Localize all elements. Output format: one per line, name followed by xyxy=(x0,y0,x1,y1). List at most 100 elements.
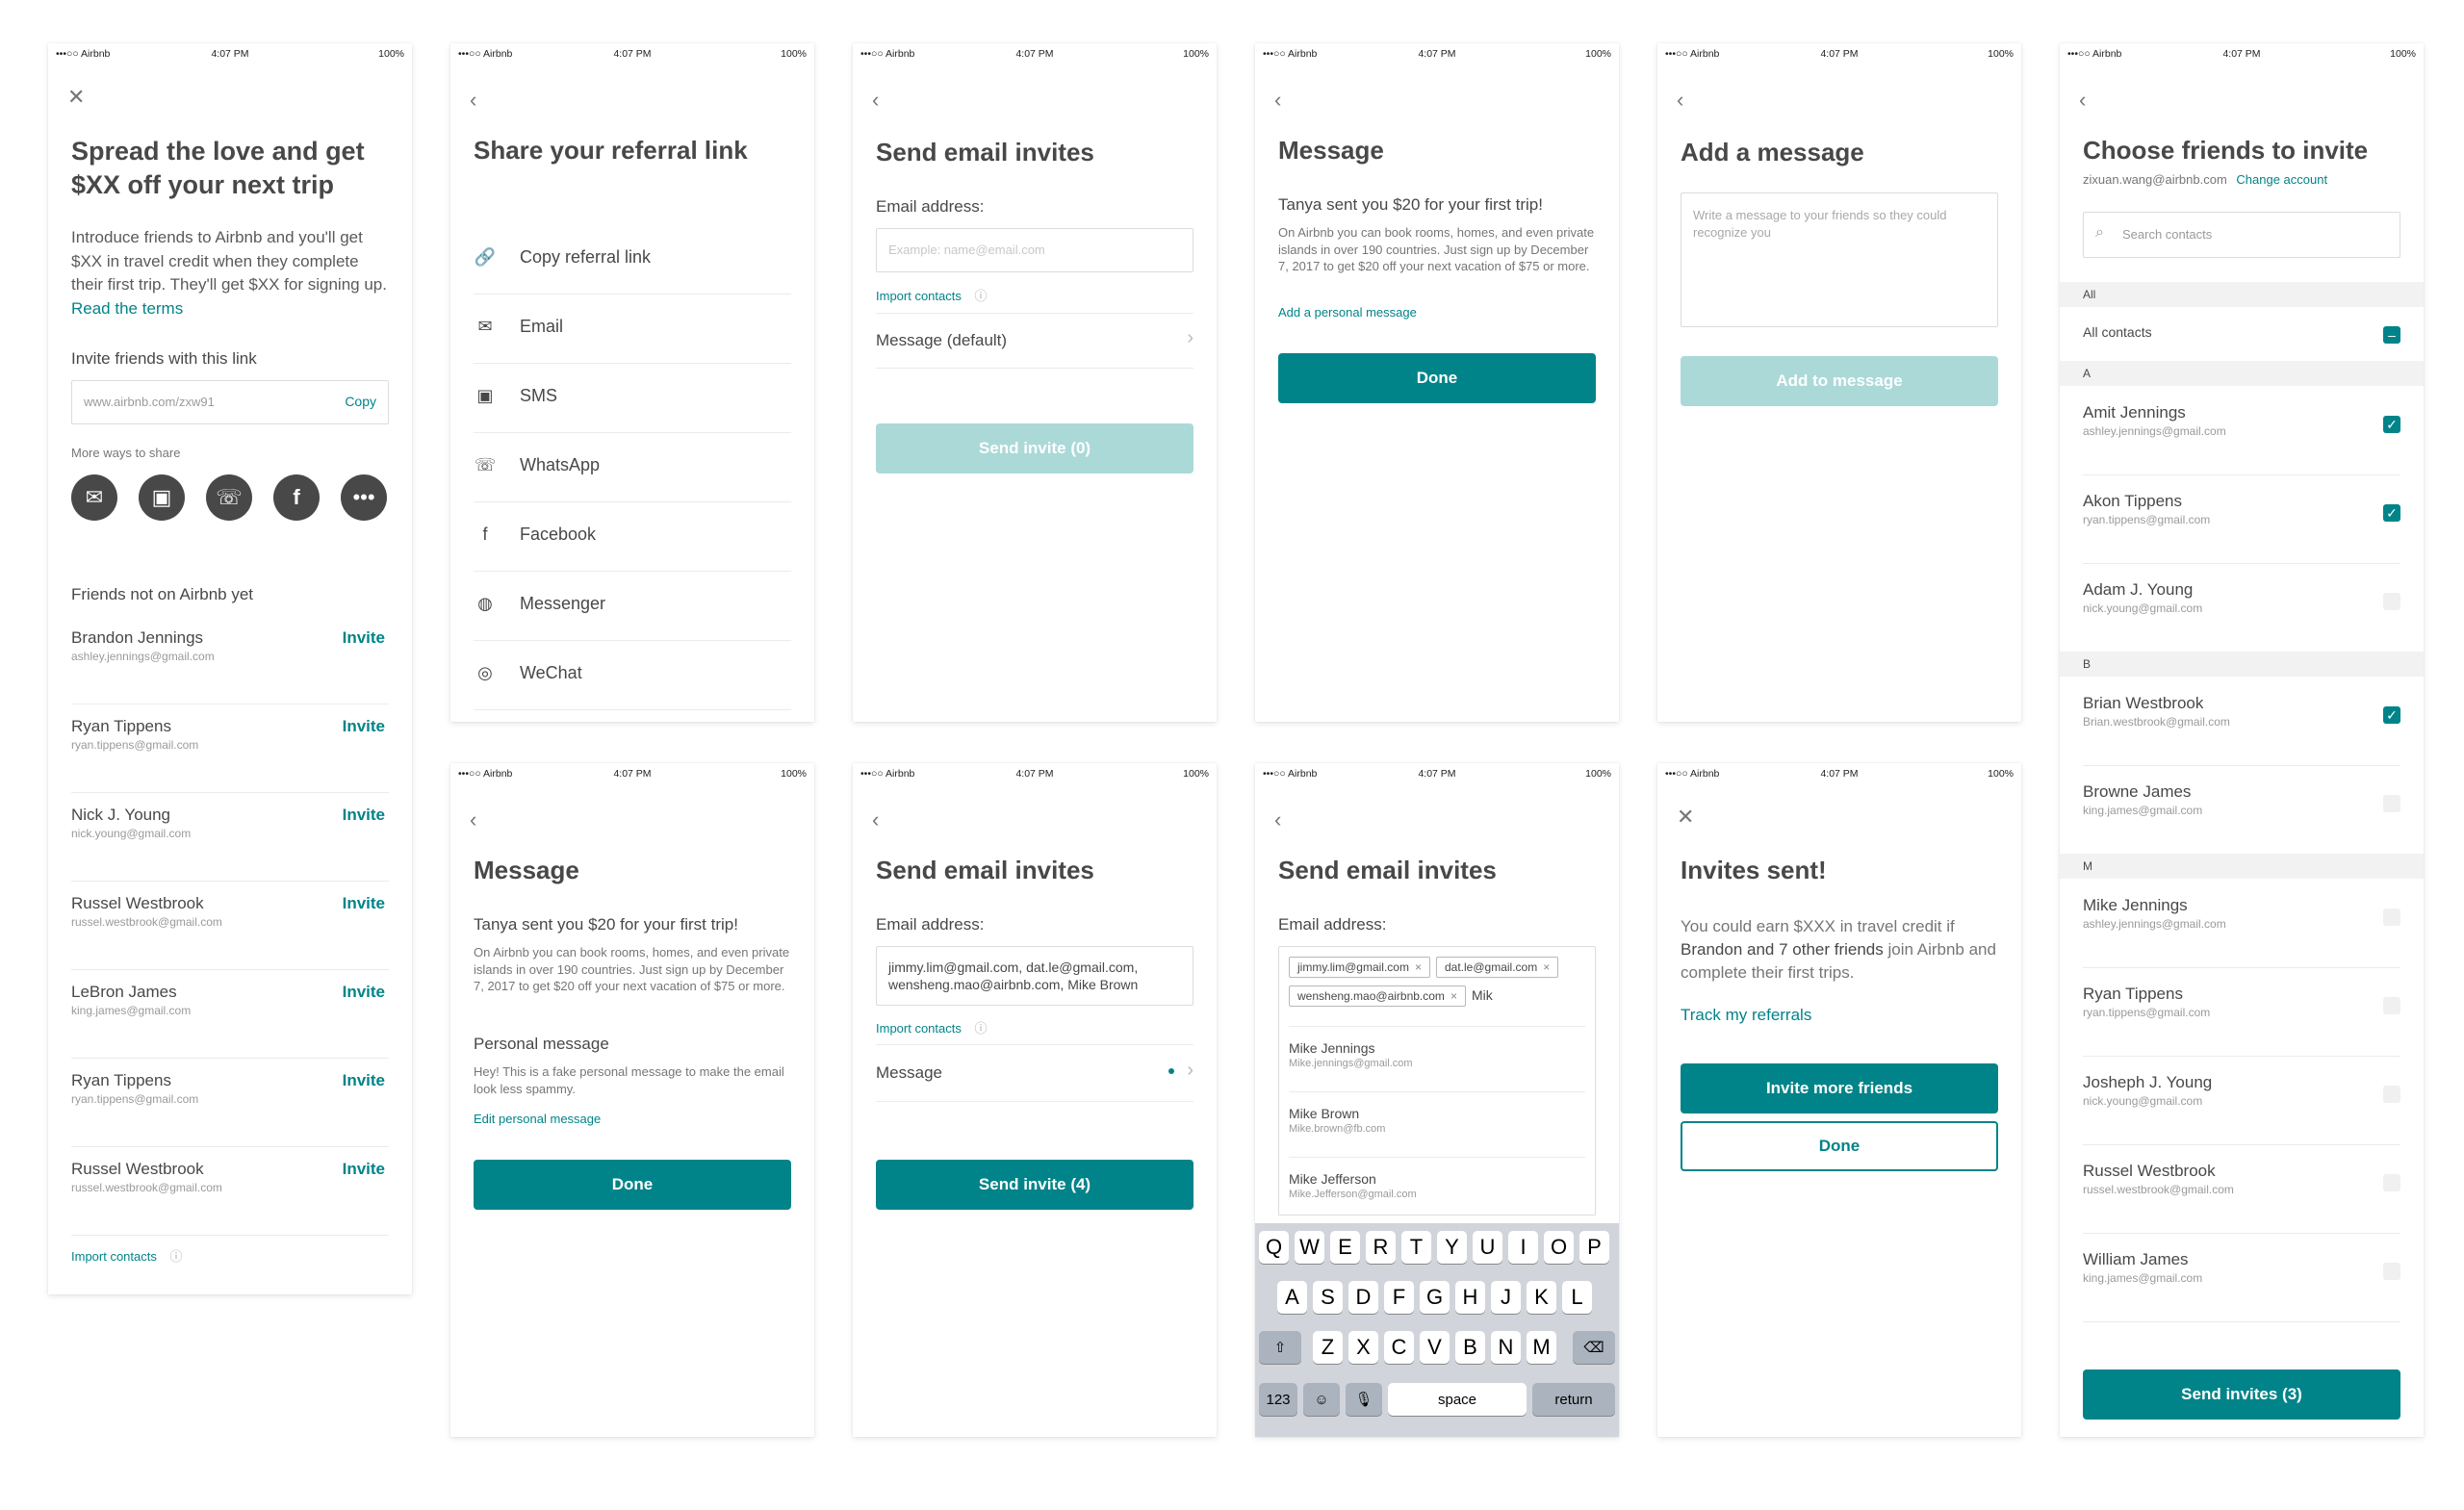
key-b[interactable]: B xyxy=(1455,1331,1485,1364)
key-c[interactable]: C xyxy=(1384,1331,1414,1364)
send-invite-button[interactable]: Send invite (0) xyxy=(876,423,1194,473)
contact-row[interactable]: Mike Jennings ashley.jennings@gmail.com xyxy=(2083,879,2400,968)
contact-row[interactable]: Ryan Tippens ryan.tippens@gmail.com xyxy=(2083,967,2400,1057)
checkbox[interactable] xyxy=(2383,909,2400,926)
key-x[interactable]: X xyxy=(1348,1331,1378,1364)
invite-more-friends-button[interactable]: Invite more friends xyxy=(1681,1063,1998,1113)
invite-button[interactable]: Invite xyxy=(343,1071,385,1090)
change-account-link[interactable]: Change account xyxy=(2236,172,2327,187)
import-contacts-link[interactable]: Import contacts ⓘ xyxy=(71,1246,183,1265)
contact-row[interactable]: Brian Westbrook Brian.westbrook@gmail.com… xyxy=(2083,677,2400,766)
key-i[interactable]: I xyxy=(1508,1231,1538,1264)
checkbox[interactable] xyxy=(2383,1263,2400,1280)
checkbox[interactable]: ✓ xyxy=(2383,416,2400,433)
key-h[interactable]: H xyxy=(1455,1281,1485,1314)
share-option-copy-referral-link[interactable]: 🔗 Copy referral link xyxy=(474,224,791,294)
close-icon[interactable]: ✕ xyxy=(67,87,85,108)
key-d[interactable]: D xyxy=(1348,1281,1378,1314)
whatsapp-share-icon[interactable]: ☏ xyxy=(206,474,252,521)
back-icon[interactable]: ‹ xyxy=(470,90,476,111)
back-icon[interactable]: ‹ xyxy=(872,809,879,831)
send-invite-button[interactable]: Send invite (4) xyxy=(876,1160,1194,1210)
import-contacts-link[interactable]: Import contacts ⓘ xyxy=(876,1018,988,1037)
back-icon[interactable]: ‹ xyxy=(2079,90,2086,111)
email-field[interactable]: Example: name@email.com xyxy=(876,228,1194,272)
done-button[interactable]: Done xyxy=(1278,353,1596,403)
key-g[interactable]: G xyxy=(1420,1281,1450,1314)
key-j[interactable]: J xyxy=(1491,1281,1521,1314)
invite-button[interactable]: Invite xyxy=(343,894,385,913)
track-referrals-link[interactable]: Track my referrals xyxy=(1681,1006,1811,1025)
emoji-key[interactable]: ☺ xyxy=(1303,1383,1340,1416)
invite-button[interactable]: Invite xyxy=(343,717,385,736)
key-z[interactable]: Z xyxy=(1313,1331,1343,1364)
key-e[interactable]: E xyxy=(1330,1231,1360,1264)
key-q[interactable]: Q xyxy=(1259,1231,1289,1264)
contact-row[interactable]: Adam J. Young nick.young@gmail.com xyxy=(2083,563,2400,653)
more-share-icon[interactable]: ••• xyxy=(341,474,387,521)
checkbox[interactable] xyxy=(2383,1086,2400,1103)
key-s[interactable]: S xyxy=(1313,1281,1343,1314)
back-icon[interactable]: ‹ xyxy=(1274,90,1281,111)
key-r[interactable]: R xyxy=(1366,1231,1396,1264)
add-to-message-button[interactable]: Add to message xyxy=(1681,356,1998,406)
back-icon[interactable]: ‹ xyxy=(872,90,879,111)
facebook-share-icon[interactable]: f xyxy=(273,474,320,521)
key-k[interactable]: K xyxy=(1527,1281,1556,1314)
checkbox[interactable]: ✓ xyxy=(2383,504,2400,522)
suggestion-item[interactable]: Mike Jennings Mike.jennings@gmail.com xyxy=(1289,1026,1585,1092)
key-a[interactable]: A xyxy=(1277,1281,1307,1314)
share-option-whatsapp[interactable]: ☏ WhatsApp xyxy=(474,432,791,502)
edit-personal-message-link[interactable]: Edit personal message xyxy=(474,1112,601,1126)
share-option-wechat[interactable]: ◎ WeChat xyxy=(474,640,791,710)
chip-remove-icon[interactable]: × xyxy=(1450,989,1457,1003)
suggestion-item[interactable]: Mike Brown Mike.brown@fb.com xyxy=(1289,1091,1585,1158)
space-key[interactable]: space xyxy=(1388,1383,1527,1416)
contact-row[interactable]: Russel Westbrook russel.westbrook@gmail.c… xyxy=(2083,1144,2400,1234)
checkbox[interactable]: ✓ xyxy=(2383,706,2400,724)
key-f[interactable]: F xyxy=(1384,1281,1414,1314)
contact-row[interactable]: William James king.james@gmail.com xyxy=(2083,1233,2400,1322)
key-t[interactable]: T xyxy=(1401,1231,1431,1264)
share-option-sms[interactable]: ▣ SMS xyxy=(474,363,791,433)
done-button[interactable]: Done xyxy=(474,1160,791,1210)
checkbox-partial[interactable]: – xyxy=(2383,326,2400,344)
help-icon[interactable]: ⓘ xyxy=(170,1249,183,1264)
key-v[interactable]: V xyxy=(1420,1331,1450,1364)
checkbox[interactable] xyxy=(2383,593,2400,610)
back-icon[interactable]: ‹ xyxy=(1274,809,1281,831)
help-icon[interactable]: ⓘ xyxy=(975,1021,988,1036)
share-option-facebook[interactable]: f Facebook xyxy=(474,501,791,572)
help-icon[interactable]: ⓘ xyxy=(975,289,988,303)
key-p[interactable]: P xyxy=(1579,1231,1609,1264)
close-icon[interactable]: ✕ xyxy=(1677,806,1694,828)
checkbox[interactable] xyxy=(2383,1174,2400,1191)
share-option-email[interactable]: ✉ Email xyxy=(474,294,791,364)
back-icon[interactable]: ‹ xyxy=(1677,90,1683,111)
checkbox[interactable] xyxy=(2383,997,2400,1014)
shift-key[interactable]: ⇧ xyxy=(1259,1331,1301,1364)
message-textarea[interactable]: Write a message to your friends so they … xyxy=(1681,192,1998,327)
message-row[interactable]: Message › xyxy=(876,1044,1194,1102)
message-row[interactable]: Message (default) › xyxy=(876,313,1194,369)
typed-text[interactable]: Mik xyxy=(1472,987,1493,1003)
backspace-key[interactable]: ⌫ xyxy=(1573,1331,1615,1364)
key-u[interactable]: U xyxy=(1473,1231,1502,1264)
chip-remove-icon[interactable]: × xyxy=(1415,960,1422,974)
email-chip[interactable]: wensheng.mao@airbnb.com × xyxy=(1289,985,1466,1007)
contact-row[interactable]: Amit Jennings ashley.jennings@gmail.com ✓ xyxy=(2083,386,2400,475)
all-contacts-row[interactable]: All contacts – xyxy=(2083,307,2400,362)
referral-link-field[interactable]: www.airbnb.com/zxw91 Copy xyxy=(71,380,389,424)
invite-button[interactable]: Invite xyxy=(343,1160,385,1179)
key-o[interactable]: O xyxy=(1544,1231,1574,1264)
read-terms-link[interactable]: Read the terms xyxy=(71,299,183,318)
send-invites-button[interactable]: Send invites (3) xyxy=(2083,1369,2400,1420)
invite-button[interactable]: Invite xyxy=(343,806,385,825)
share-option-twitter[interactable]: 🐦Twitter xyxy=(474,709,791,722)
search-input[interactable]: ⌕ Search contacts xyxy=(2083,212,2400,258)
checkbox[interactable] xyxy=(2383,795,2400,812)
key-l[interactable]: L xyxy=(1562,1281,1592,1314)
key-y[interactable]: Y xyxy=(1437,1231,1467,1264)
import-contacts-link[interactable]: Import contacts ⓘ xyxy=(876,286,988,304)
chip-remove-icon[interactable]: × xyxy=(1543,960,1550,974)
